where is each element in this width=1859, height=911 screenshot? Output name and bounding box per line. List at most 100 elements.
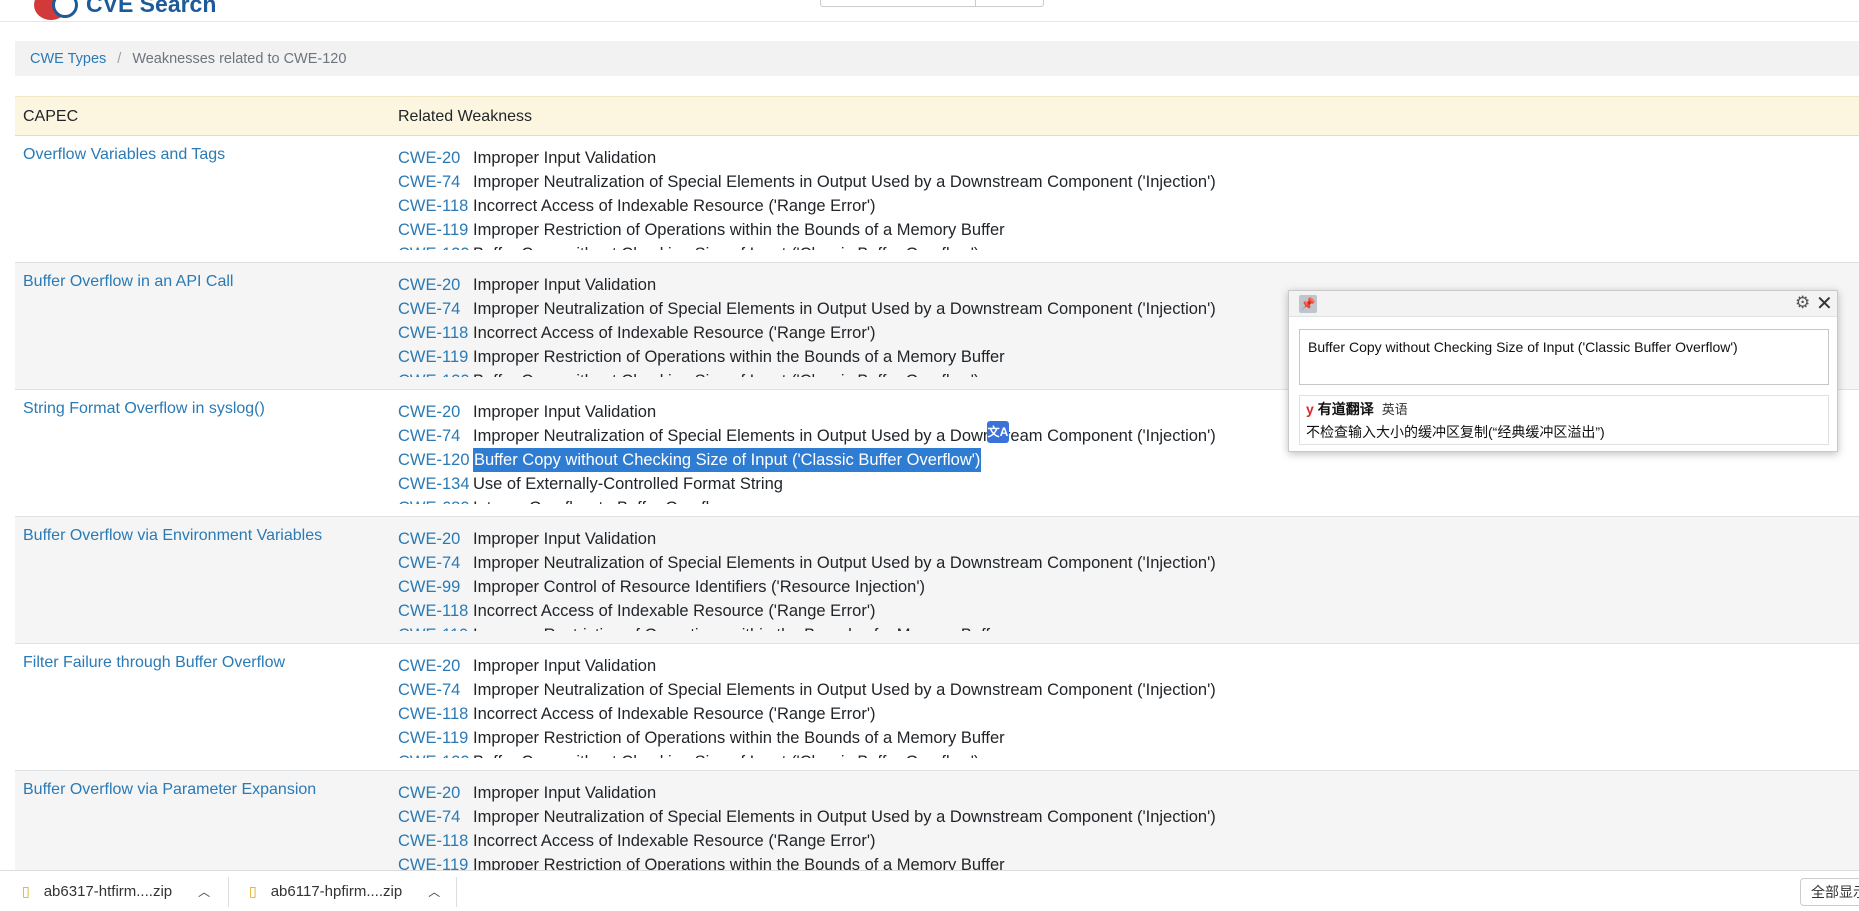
table-row: Filter Failure through Buffer Overflow CW… [15, 644, 1859, 771]
cwe-link[interactable]: CWE-120 [398, 242, 470, 250]
weakness-name: Buffer Copy without Checking Size of Inp… [473, 242, 979, 250]
list-item: CWE-74 Improper Neutralization of Special… [398, 170, 1398, 194]
weakness-name: Improper Input Validation [473, 530, 657, 548]
cwe-link[interactable]: CWE-119 [398, 218, 468, 242]
capec-link[interactable]: String Format Overflow in syslog() [23, 400, 265, 418]
list-item: CWE-74 Improper Neutralization of Special… [398, 805, 1398, 829]
cwe-link[interactable]: CWE-120 [398, 448, 470, 472]
list-item: CWE-118 Incorrect Access of Indexable Res… [398, 599, 1398, 623]
cwe-link[interactable]: CWE-99 [398, 575, 460, 599]
cwe-link[interactable]: CWE-74 [398, 424, 460, 448]
list-item: CWE-74 Improper Neutralization of Special… [398, 678, 1398, 702]
top-navbar: CVE Search [0, 0, 1859, 22]
list-item: CWE-118 Incorrect Access of Indexable Res… [398, 702, 1398, 726]
download-item[interactable]: ▯ ab6117-hpfirm....zip ︿ [249, 871, 440, 911]
chevron-up-icon[interactable]: ︿ [428, 883, 440, 900]
cwe-link[interactable]: CWE-118 [398, 702, 468, 726]
cve-logo-icon [30, 0, 86, 22]
list-item: CWE-118 Incorrect Access of Indexable Res… [398, 194, 1398, 218]
related-weakness-list: CWE-20 Improper Input Validation CWE-74 Imp… [398, 273, 1398, 377]
list-item: CWE-20 Improper Input Validation [398, 146, 1398, 170]
cwe-link[interactable]: CWE-20 [398, 146, 460, 170]
cwe-link[interactable]: CWE-74 [398, 297, 460, 321]
capec-link[interactable]: Buffer Overflow via Environment Variable… [23, 527, 322, 545]
list-item: CWE-120Buffer Copy without Checking Size… [398, 448, 1398, 472]
list-item: CWE-118 Incorrect Access of Indexable Res… [398, 321, 1398, 345]
list-item: CWE-20 Improper Input Validation [398, 400, 1398, 424]
capec-link[interactable]: Filter Failure through Buffer Overflow [23, 654, 285, 672]
list-item: CWE-74 Improper Neutralization of Special… [398, 424, 1398, 448]
cwe-link[interactable]: CWE-120 [398, 369, 470, 377]
cwe-link[interactable]: CWE-20 [398, 781, 460, 805]
translate-popup: 📌 ⚙ ✕ Buffer Copy without Checking Size … [1288, 290, 1838, 452]
weakness-name: Improper Input Validation [473, 403, 657, 421]
list-item: CWE-120Buffer Copy without Checking Size… [398, 242, 1398, 250]
weakness-name: Improper Neutralization of Special Eleme… [473, 173, 1216, 191]
weakness-name: Incorrect Access of Indexable Resource (… [473, 324, 876, 342]
translation-result: y 有道翻译 英语 不检查输入大小的缓冲区复制(“经典缓冲区溢出”) [1299, 395, 1829, 445]
capec-link[interactable]: Buffer Overflow via Parameter Expansion [23, 781, 316, 799]
list-item: CWE-119 Improper Restriction of Operation… [398, 623, 1398, 631]
list-item: CWE-20 Improper Input Validation [398, 273, 1398, 297]
close-icon[interactable]: ✕ [1816, 291, 1833, 316]
related-weakness-list: CWE-20 Improper Input Validation CWE-74 Imp… [398, 527, 1398, 631]
translate-icon[interactable]: 文A [987, 421, 1009, 443]
weakness-name: Improper Input Validation [473, 149, 657, 167]
list-item: CWE-134 Use of Externally-Controlled Form… [398, 472, 1398, 496]
list-item: CWE-20 Improper Input Validation [398, 527, 1398, 551]
weakness-name: Improper Neutralization of Special Eleme… [473, 808, 1216, 826]
cwe-link[interactable]: CWE-118 [398, 194, 468, 218]
cwe-link[interactable]: CWE-20 [398, 654, 460, 678]
table-row: Overflow Variables and Tags CWE-20 Imprope… [15, 136, 1859, 263]
search-button-divider [975, 0, 976, 6]
source-language: 英语 [1381, 402, 1408, 417]
weakness-name: Improper Restriction of Operations withi… [473, 348, 1005, 366]
related-weakness-list: CWE-20 Improper Input Validation CWE-74 Imp… [398, 654, 1398, 758]
cwe-link[interactable]: CWE-74 [398, 805, 460, 829]
file-icon: ▯ [249, 882, 257, 899]
selected-weakness-name: Buffer Copy without Checking Size of Inp… [473, 448, 982, 472]
weakness-name: Improper Restriction of Operations withi… [473, 623, 1005, 631]
cwe-link[interactable]: CWE-20 [398, 527, 460, 551]
pin-icon[interactable]: 📌 [1299, 295, 1317, 313]
cwe-link[interactable]: CWE-118 [398, 829, 468, 853]
breadcrumb: CWE Types / Weaknesses related to CWE-12… [15, 41, 1859, 76]
table-row: Buffer Overflow via Environment Variable… [15, 517, 1859, 644]
translated-text: 不检查输入大小的缓冲区复制(“经典缓冲区溢出”) [1306, 424, 1605, 440]
cwe-link[interactable]: CWE-20 [398, 273, 460, 297]
list-item: CWE-680Integer Overflow to Buffer Overfl… [398, 496, 1398, 504]
weakness-name: Buffer Copy without Checking Size of Inp… [473, 369, 979, 377]
cwe-link[interactable]: CWE-118 [398, 321, 468, 345]
list-item: CWE-120Buffer Copy without Checking Size… [398, 750, 1398, 758]
list-item: CWE-74 Improper Neutralization of Special… [398, 297, 1398, 321]
search-input[interactable] [820, 0, 1044, 7]
cwe-link[interactable]: CWE-119 [398, 623, 468, 631]
weakness-name: Improper Neutralization of Special Eleme… [473, 554, 1216, 572]
gear-icon[interactable]: ⚙ [1795, 293, 1810, 313]
cwe-link[interactable]: CWE-134 [398, 472, 470, 496]
breadcrumb-cwe-types[interactable]: CWE Types [30, 51, 106, 67]
list-item: CWE-119 Improper Restriction of Operation… [398, 218, 1398, 242]
download-divider [228, 877, 229, 907]
cwe-link[interactable]: CWE-74 [398, 170, 460, 194]
chevron-up-icon[interactable]: ︿ [198, 883, 210, 900]
capec-table: CAPEC Related Weakness Overflow Variable… [15, 96, 1859, 898]
capec-link[interactable]: Overflow Variables and Tags [23, 146, 225, 164]
cwe-link[interactable]: CWE-74 [398, 678, 460, 702]
cwe-link[interactable]: CWE-20 [398, 400, 460, 424]
download-filename: ab6117-hpfirm....zip [270, 882, 403, 900]
cwe-link[interactable]: CWE-119 [398, 345, 468, 369]
source-text-area[interactable]: Buffer Copy without Checking Size of Inp… [1299, 329, 1829, 385]
download-item[interactable]: ▯ ab6317-htfirm....zip ︿ [22, 871, 210, 911]
show-all-downloads-button[interactable]: 全部显示 [1800, 878, 1859, 906]
cwe-link[interactable]: CWE-120 [398, 750, 470, 758]
cwe-link[interactable]: CWE-119 [398, 726, 468, 750]
cwe-link[interactable]: CWE-680 [398, 496, 470, 504]
download-bar: ▯ ab6317-htfirm....zip ︿ ▯ ab6117-hpfirm… [0, 870, 1859, 910]
capec-link[interactable]: Buffer Overflow in an API Call [23, 273, 233, 291]
weakness-name: Improper Control of Resource Identifiers… [473, 578, 925, 596]
cwe-link[interactable]: CWE-74 [398, 551, 460, 575]
brand-logo[interactable]: CVE Search [30, 0, 216, 22]
weakness-name: Improper Input Validation [473, 276, 657, 294]
cwe-link[interactable]: CWE-118 [398, 599, 468, 623]
